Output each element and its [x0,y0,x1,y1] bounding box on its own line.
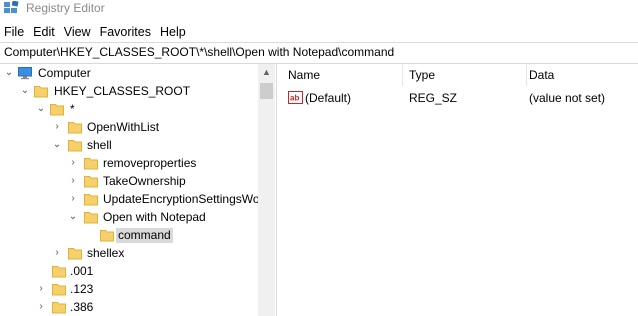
tree-item-removeproperties[interactable]: › removeproperties [0,155,258,173]
chevron-right-icon[interactable]: › [68,176,78,186]
chevron-right-icon[interactable]: › [68,158,78,168]
tree-item-open-with-notepad[interactable]: ⌄ Open with Notepad [0,209,258,227]
tree-item-label: HKEY_CLASSES_ROOT [54,84,191,98]
address-path[interactable]: Computer\HKEY_CLASSES_ROOT\*\shell\Open … [4,45,394,59]
tree-item-123[interactable]: › .123 [0,281,258,299]
chevron-down-icon[interactable]: ⌄ [68,212,78,222]
menu-bar: File Edit View Favorites Help [0,22,191,42]
list-row[interactable]: ab (Default) REG_SZ (value not set) [278,89,638,107]
chevron-right-icon[interactable]: › [52,122,62,132]
tree-item-label: TakeOwnership [103,174,186,188]
address-bar[interactable]: Computer\HKEY_CLASSES_ROOT\*\shell\Open … [0,42,638,64]
value-name: (Default) [305,91,352,105]
folder-icon [34,86,48,98]
tree-item-shellex[interactable]: › shellex [0,245,258,263]
menu-help[interactable]: Help [156,22,191,42]
tree-item-updateencryptionsettings[interactable]: › UpdateEncryptionSettingsWo [0,191,259,209]
folder-icon [52,266,66,278]
chevron-down-icon[interactable]: ⌄ [36,104,46,114]
tree-item-command[interactable]: command [0,227,258,245]
registry-editor-icon [4,1,19,13]
tree-item-label: Open with Notepad [103,210,206,224]
tree-item-shell[interactable]: ⌄ shell [0,137,258,155]
tree-item-label: shellex [87,246,125,260]
chevron-down-icon[interactable]: ⌄ [20,86,30,96]
chevron-right-icon[interactable]: › [68,194,78,204]
scrollbar-thumb[interactable] [260,83,273,99]
ab-string-icon: ab [288,91,303,104]
folder-icon [84,194,98,206]
menu-file[interactable]: File [0,22,29,42]
chevron-down-icon[interactable]: ⌄ [4,68,14,78]
key-tree: ⌄ Computer ⌄ HKEY_CLASSES_ROOT ⌄ * › Ope… [0,64,276,316]
computer-icon [18,67,32,80]
tree-item-label: UpdateEncryptionSettingsWo [103,192,260,206]
folder-icon [52,284,66,296]
folder-icon [68,248,82,260]
tree-item-label: removeproperties [103,156,197,170]
chevron-down-icon[interactable]: ⌄ [52,140,62,150]
tree-item-label: shell [87,138,112,152]
tree-item-386[interactable]: › .386 [0,299,258,316]
tree-item-openwithlist[interactable]: › OpenWithList [0,119,258,137]
tree-item-label: .123 [70,282,94,296]
tree-item-001[interactable]: .001 [0,263,258,281]
chevron-right-icon[interactable]: › [52,248,62,258]
folder-icon [84,212,98,224]
folder-icon [100,230,114,242]
tree-item-label: * [70,102,75,116]
value-data: (value not set) [529,91,606,105]
column-header-type[interactable]: Type [402,64,526,86]
folder-icon [52,302,66,314]
folder-icon [68,140,82,152]
svg-text:ab: ab [290,94,299,103]
folder-icon [84,158,98,170]
tree-item-hkey-classes-root[interactable]: ⌄ HKEY_CLASSES_ROOT [0,83,258,101]
chevron-right-icon[interactable]: › [36,302,46,312]
tree-item-label: OpenWithList [87,120,160,134]
menu-favorites[interactable]: Favorites [96,22,156,42]
tree-item-takeownership[interactable]: › TakeOwnership [0,173,258,191]
column-header-data[interactable]: Data [526,64,638,86]
tree-item-label: command [116,228,173,243]
title-bar: Registry Editor [0,0,638,20]
folder-icon [84,176,98,188]
tree-item-label: .001 [70,264,94,278]
tree-item-label: .386 [70,300,94,314]
pane-splitter[interactable] [276,64,277,316]
value-list: Name Type Data ab (Default) REG_SZ (valu… [278,64,638,316]
value-type: REG_SZ [409,91,458,105]
tree-item-computer[interactable]: ⌄ Computer [0,65,258,83]
folder-icon [50,104,64,116]
column-header-name[interactable]: Name [278,64,402,86]
chevron-right-icon[interactable]: › [36,284,46,294]
scroll-up-arrow-icon[interactable]: ▲ [258,64,275,81]
menu-edit[interactable]: Edit [29,22,60,42]
window-title: Registry Editor [26,1,105,15]
tree-item-label: Computer [38,66,91,80]
folder-icon [68,122,82,134]
tree-scrollbar[interactable]: ▲ [258,64,275,316]
tree-item-asterisk[interactable]: ⌄ * [0,101,258,119]
menu-view[interactable]: View [60,22,96,42]
